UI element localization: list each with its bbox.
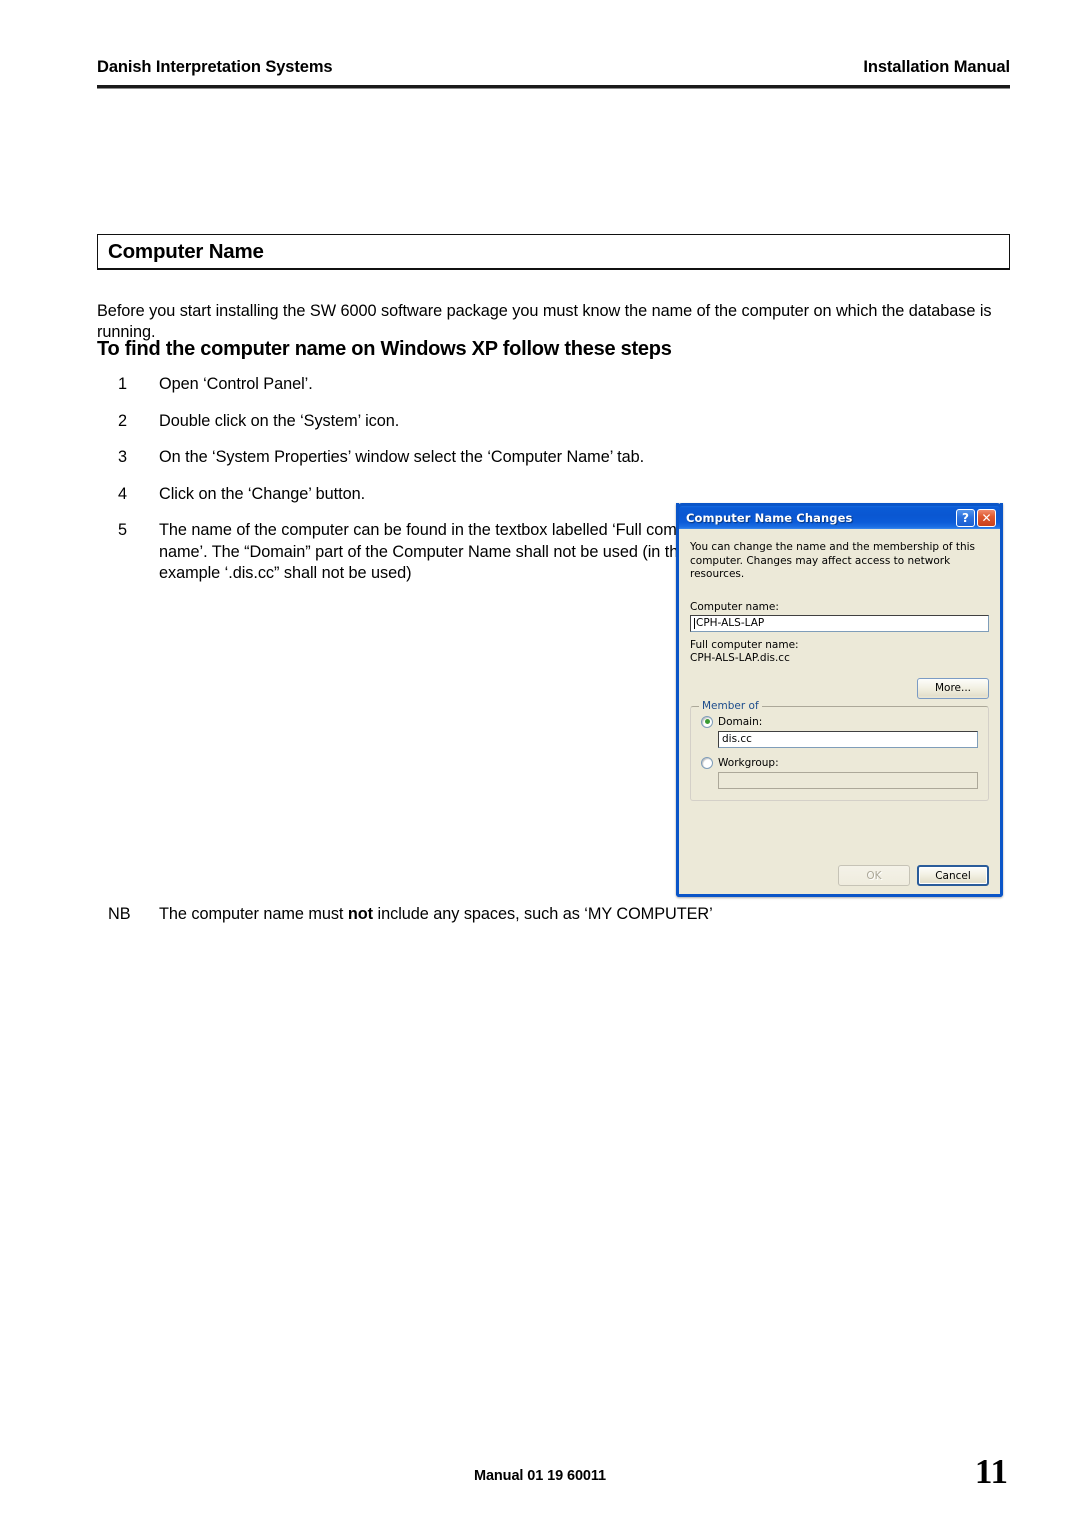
header-divider (97, 85, 1010, 89)
step-number: 2 (118, 411, 128, 430)
footer-manual-code: Manual 01 19 60011 (473, 1468, 606, 1484)
list-item: 2 Double click on the ‘System’ icon. (118, 411, 738, 433)
help-icon[interactable]: ? (956, 508, 975, 527)
note-text-after: include any spaces, such as ‘MY COMPUTER… (373, 905, 713, 923)
title-bar-buttons: ? ✕ (956, 508, 996, 527)
dialog-body: You can change the name and the membersh… (679, 529, 1000, 894)
cancel-button[interactable]: Cancel (917, 865, 989, 886)
header-left-title: Danish Interpretation Systems (97, 58, 333, 76)
step-number: 5 (118, 521, 128, 539)
radio-unselected-icon[interactable] (701, 756, 713, 769)
list-item: 4 Click on the ‘Change’ button. (118, 484, 738, 506)
list-item: 3 On the ‘System Properties’ window sele… (118, 447, 738, 469)
step-text: The name of the computer can be found in… (159, 521, 714, 582)
computer-name-label: Computer name: (690, 600, 779, 613)
full-computer-name-label: Full computer name: (690, 638, 799, 651)
dialog-title: Computer Name Changes (686, 510, 853, 525)
workgroup-input[interactable] (718, 771, 978, 789)
member-of-group: Member of Domain: dis.cc Workgroup: (690, 699, 989, 801)
dialog-title-bar: Computer Name Changes ? ✕ (676, 503, 1003, 529)
note-text-emphasis: not (347, 905, 374, 923)
note-text: The computer name must not include any s… (159, 905, 713, 924)
domain-field-wrap: dis.cc (718, 730, 978, 748)
workgroup-radio-row[interactable]: Workgroup: (701, 756, 978, 769)
radio-selected-icon[interactable] (701, 715, 713, 728)
step-text: Open ‘Control Panel’. (159, 375, 313, 393)
step-text: On the ‘System Properties’ window select… (159, 448, 645, 466)
step-number: 3 (118, 448, 128, 466)
section-heading-box: Computer Name (97, 234, 1010, 270)
intro-paragraph: Before you start installing the SW 6000 … (97, 302, 992, 342)
step-text: Click on the ‘Change’ button. (159, 484, 366, 503)
dialog-description: You can change the name and the membersh… (690, 541, 975, 580)
page-title: Computer Name (108, 239, 264, 263)
page-number: 11 (974, 1452, 1008, 1491)
text-caret (694, 617, 695, 629)
workgroup-label: Workgroup: (718, 756, 779, 769)
computer-name-input[interactable]: CPH-ALS-LAP (690, 614, 989, 632)
dialog-action-buttons: OK Cancel (838, 865, 989, 886)
step-number: 1 (118, 375, 128, 393)
ok-button[interactable]: OK (838, 865, 910, 886)
domain-radio-row[interactable]: Domain: (701, 715, 978, 728)
computer-name-changes-dialog: Computer Name Changes ? ✕ You can change… (676, 503, 1003, 897)
domain-input[interactable]: dis.cc (718, 730, 978, 748)
step-number: 4 (118, 484, 128, 503)
computer-name-value: CPH-ALS-LAP (696, 617, 765, 629)
steps-list: 1 Open ‘Control Panel’. 2 Double click o… (118, 374, 738, 600)
list-item: 5 The name of the computer can be found … (118, 520, 738, 585)
close-icon[interactable]: ✕ (977, 508, 996, 527)
list-item: 1 Open ‘Control Panel’. (118, 374, 738, 396)
header-right-title: Installation Manual (863, 58, 1010, 76)
full-computer-name-value: CPH-ALS-LAP.dis.cc (690, 651, 790, 664)
running-header: Danish Interpretation Systems Installati… (97, 58, 1010, 77)
note-text-before: The computer name must (159, 905, 348, 923)
member-of-legend: Member of (699, 699, 762, 712)
note-line: NB The computer name must not include an… (108, 905, 968, 924)
section-subheading: To find the computer name on Windows XP … (97, 338, 672, 360)
note-label: NB (108, 905, 131, 923)
domain-label: Domain: (718, 715, 763, 728)
more-button[interactable]: More... (917, 677, 989, 699)
document-page: Danish Interpretation Systems Installati… (0, 0, 1080, 1528)
step-text: Double click on the ‘System’ icon. (159, 411, 400, 430)
workgroup-field-wrap (718, 771, 978, 789)
